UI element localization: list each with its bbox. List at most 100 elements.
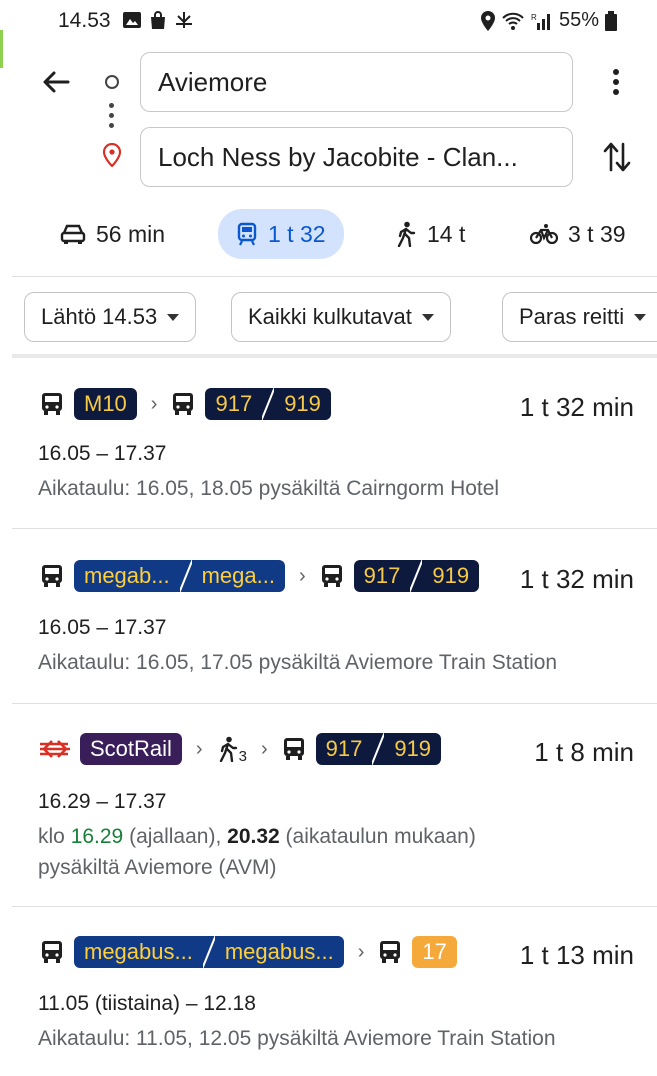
gallery-icon [123,12,141,28]
scheduled-time: 20.32 [227,825,280,848]
line-badge: 917 [205,388,263,420]
route-schedule: Aikataulu: 16.05, 17.05 pysäkiltä Aviemo… [38,651,558,674]
route-times: 16.29 – 17.37 [38,790,167,813]
route-option-2[interactable]: megab... mega... › 917 919 1 t 32 min 16.0… [0,530,657,702]
mode-car-label: 56 min [96,220,166,247]
line-badge: 17 [412,936,457,968]
divider [12,276,657,277]
transit-modes-label: Kaikki kulkutavat [248,304,412,329]
status-time: 14.53 [58,9,111,32]
route-times: 11.05 (tiistaina) – 12.18 [38,992,256,1015]
walk-icon [219,736,237,762]
divider [12,703,657,704]
line-badge-group: 917 919 [353,560,480,592]
chevron-down-icon [634,313,647,321]
bus-icon [173,393,194,415]
route-option-4[interactable]: megabus... megabus... › 17 1 t 13 min 11.… [0,908,657,1076]
chevron-right-icon: › [357,940,365,963]
origin-circle-icon [104,74,120,90]
line-badge: M10 [74,388,137,420]
signal-icon: R [531,13,550,30]
depart-time-chip[interactable]: Lähtö 14.53 [24,292,197,342]
filter-divider [12,354,657,358]
back-button[interactable] [40,66,72,98]
app-notification-icon [176,12,192,28]
status-bar: 14.53 R 55% [0,0,657,44]
transit-modes-chip[interactable]: Kaikki kulkutavat [231,292,451,342]
line-badge: 917 [315,733,373,765]
status-right: R 55% [480,9,617,32]
line-badge: 919 [384,733,442,765]
route-option-3[interactable]: ScotRail › 3 › 917 919 1 t 8 min 16.29 – … [0,705,657,905]
train-icon [237,222,257,246]
swap-vert-icon [603,142,631,172]
location-icon [480,10,495,31]
shopping-bag-icon [151,11,165,29]
bus-icon [42,393,62,415]
walk-icon [397,221,416,247]
route-option-1[interactable]: M10 › 917 919 1 t 32 min 16.05 – 17.37 Ai… [0,370,657,528]
mode-car-tab[interactable]: 56 min [60,209,165,259]
back-arrow-icon [43,71,70,93]
route-preference-chip[interactable]: Paras reitti [502,292,657,342]
mode-bike-tab[interactable]: 3 t 39 [530,209,626,259]
realtime-status: (ajallaan), [123,825,228,848]
destination-input[interactable]: Loch Ness by Jacobite - Clan... [140,127,573,187]
mode-walk-tab[interactable]: 14 t [395,209,465,259]
divider [12,528,657,529]
line-badge: 917 [353,560,411,592]
route-times: 16.05 – 17.37 [38,442,167,465]
svg-text:R: R [531,13,537,22]
battery-percent: 55% [558,9,599,31]
operator-badge: ScotRail [80,733,182,765]
line-badge-group: 917 919 [315,733,442,765]
divider [12,906,657,907]
bus-icon [42,941,62,963]
line-badge: 919 [422,560,480,592]
chevron-right-icon: › [298,564,306,587]
mode-transit-tab[interactable]: 1 t 32 [218,209,344,259]
battery-icon [605,10,617,31]
route-duration: 1 t 8 min [534,737,634,767]
bike-icon [530,224,558,245]
bus-icon [42,565,62,587]
route-duration: 1 t 32 min [519,564,634,594]
line-badge: 919 [274,388,331,420]
swap-button[interactable] [602,140,632,174]
route-dots-icon [109,103,114,128]
origin-input[interactable]: Aviemore [140,52,573,112]
edge-indicator [0,30,3,68]
route-preference-label: Paras reitti [519,304,625,329]
line-badge: megabus... [74,936,203,968]
line-badge-group: 917 919 [205,388,331,420]
line-badge: mega... [191,560,285,592]
notification-icons [122,10,194,30]
realtime-time: 16.29 [70,825,124,848]
mode-transit-label: 1 t 32 [268,220,326,247]
chevron-down-icon [167,313,180,321]
line-badge-group: megab... mega... [74,560,285,592]
depart-time-label: Lähtö 14.53 [41,304,158,329]
bus-icon [283,738,304,760]
route-schedule: Aikataulu: 16.05, 18.05 pysäkiltä Cairng… [38,477,500,500]
destination-pin-icon [102,143,122,167]
mode-bike-label: 3 t 39 [568,220,626,247]
more-options-button[interactable] [604,66,628,98]
route-schedule: Aikataulu: 11.05, 12.05 pysäkiltä Aviemo… [38,1027,556,1050]
chevron-right-icon: › [150,392,158,415]
realtime-prefix: klo [38,825,71,848]
bus-icon [321,565,342,587]
chevron-down-icon [421,313,434,321]
national-rail-icon [40,740,70,758]
mode-walk-label: 14 t [427,220,466,247]
line-badge-group: megabus... megabus... [74,936,344,968]
walk-minutes: 3 [238,747,247,765]
route-realtime: klo 16.29 (ajallaan), 20.32 (aikataulun … [38,821,476,852]
car-icon [60,224,86,244]
route-duration: 1 t 13 min [519,940,634,970]
line-badge: megab... [74,560,180,592]
route-duration: 1 t 32 min [519,392,634,422]
more-vert-icon [613,69,619,95]
route-times: 16.05 – 17.37 [38,616,167,639]
wifi-icon [502,12,524,30]
